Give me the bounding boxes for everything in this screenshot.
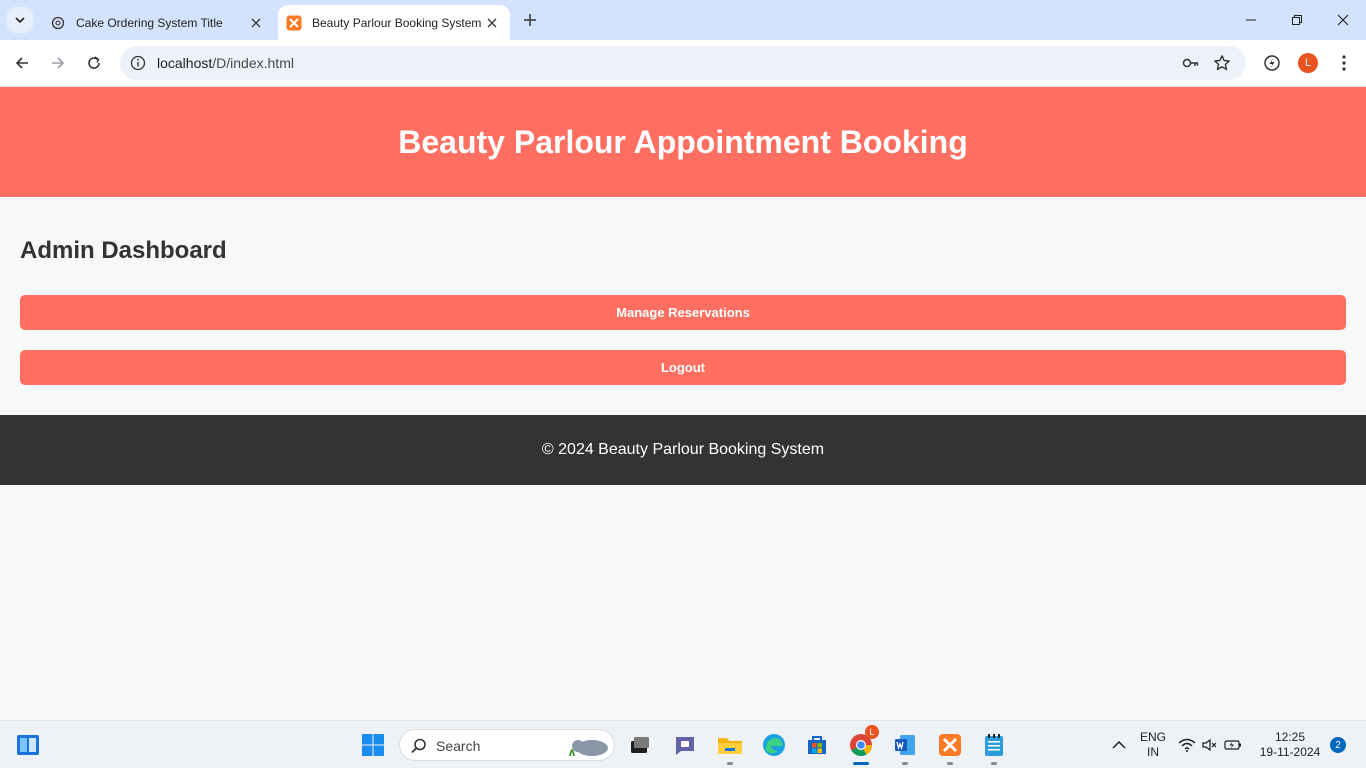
xampp-button[interactable] <box>934 729 966 765</box>
page-title: Beauty Parlour Appointment Booking <box>398 123 968 160</box>
close-tab-icon[interactable] <box>482 13 502 33</box>
arrow-right-icon <box>52 57 65 69</box>
windows-start-icon <box>362 734 384 756</box>
close-window-button[interactable] <box>1320 0 1366 40</box>
new-tab-button[interactable] <box>518 8 542 32</box>
url-host: localhost <box>157 55 213 71</box>
store-icon <box>808 736 826 754</box>
running-indicator <box>991 762 997 765</box>
chevron-down-icon <box>15 17 25 24</box>
minimize-button[interactable] <box>1228 0 1274 40</box>
xampp-icon <box>939 734 961 756</box>
volume-muted-icon <box>1202 738 1217 752</box>
tab-title: Cake Ordering System Title <box>76 15 223 30</box>
language-indicator[interactable]: ENG IN <box>1138 730 1168 760</box>
restore-icon <box>1292 15 1302 25</box>
browser-menu-button[interactable] <box>1333 52 1355 74</box>
language-code: ENG <box>1139 730 1166 744</box>
running-indicator <box>853 762 869 765</box>
logout-button[interactable]: Logout <box>20 350 1346 385</box>
kebab-menu-icon <box>1342 55 1346 71</box>
task-view-button[interactable] <box>624 729 656 761</box>
manage-reservations-button[interactable]: Manage Reservations <box>20 295 1346 330</box>
widgets-icon <box>17 735 39 755</box>
notepad-icon <box>985 734 1003 756</box>
taskbar-search-box[interactable]: Search <box>399 729 615 761</box>
url-text[interactable]: localhost/D/index.html <box>157 55 294 71</box>
url-path: /D/index.html <box>212 55 294 71</box>
teams-chat-button[interactable] <box>669 729 701 761</box>
password-key-icon[interactable] <box>1181 53 1201 73</box>
bookmark-star-icon[interactable] <box>1212 53 1232 73</box>
folder-icon <box>718 738 742 754</box>
show-hidden-icons-button[interactable] <box>1108 729 1130 761</box>
xampp-icon <box>286 15 302 31</box>
clock-time: 12:25 <box>1274 730 1306 744</box>
word-button[interactable] <box>889 729 921 765</box>
running-indicator <box>947 762 953 765</box>
address-bar[interactable]: localhost/D/index.html <box>120 46 1246 80</box>
edge-button[interactable] <box>758 729 790 761</box>
arrow-left-icon <box>15 57 28 69</box>
restore-button[interactable] <box>1274 0 1320 40</box>
chevron-up-icon <box>1112 740 1126 749</box>
minimize-icon <box>1246 19 1256 21</box>
forward-button[interactable] <box>44 49 72 77</box>
file-explorer-button[interactable] <box>714 729 746 765</box>
chrome-profile-badge: L <box>865 725 879 739</box>
tab-search-button[interactable] <box>7 7 33 33</box>
search-placeholder: Search <box>436 738 481 754</box>
site-header: Beauty Parlour Appointment Booking <box>0 87 1366 197</box>
microsoft-store-button[interactable] <box>801 729 833 761</box>
profile-initial: L <box>1298 53 1318 73</box>
profile-avatar[interactable]: L <box>1297 52 1319 74</box>
start-button[interactable] <box>357 729 389 761</box>
clock[interactable]: 12:25 19-11-2024 <box>1258 730 1322 760</box>
tab-title: Beauty Parlour Booking System <box>312 15 482 30</box>
browser-tabstrip: Cake Ordering System Title Beauty Parlou… <box>0 0 1366 40</box>
widgets-button[interactable] <box>12 729 44 761</box>
reload-button[interactable] <box>80 49 108 77</box>
plus-icon <box>524 14 536 26</box>
chrome-button[interactable]: L <box>845 725 879 765</box>
word-icon <box>895 735 915 755</box>
language-region: IN <box>1147 745 1159 759</box>
clock-date: 19-11-2024 <box>1259 745 1321 759</box>
edge-icon <box>763 734 785 756</box>
wifi-icon <box>1178 738 1196 752</box>
quick-settings-button[interactable] <box>1178 729 1242 761</box>
running-indicator <box>727 762 733 765</box>
admin-dashboard-heading: Admin Dashboard <box>20 237 227 264</box>
footer-copyright: © 2024 Beauty Parlour Booking System <box>541 441 825 458</box>
tab-beauty-parlour[interactable]: Beauty Parlour Booking System <box>278 5 510 40</box>
site-info-icon[interactable] <box>129 54 147 72</box>
running-indicator <box>902 762 908 765</box>
back-button[interactable] <box>8 49 36 77</box>
search-icon <box>411 738 426 754</box>
battery-icon <box>1224 740 1241 750</box>
site-footer: © 2024 Beauty Parlour Booking System <box>0 415 1366 485</box>
performance-icon[interactable] <box>1261 52 1283 74</box>
tab-cake-ordering[interactable]: Cake Ordering System Title <box>40 5 274 40</box>
close-tab-icon[interactable] <box>246 13 266 33</box>
taskbar: Search L ENG IN 12:25 19-11-2024 2 <box>0 720 1366 768</box>
teams-chat-icon <box>676 737 694 755</box>
close-icon <box>1337 14 1349 26</box>
notepad-button[interactable] <box>978 729 1010 765</box>
browser-toolbar: localhost/D/index.html L <box>0 40 1366 87</box>
notification-badge[interactable]: 2 <box>1330 737 1346 753</box>
manatee-illustration-icon <box>569 740 608 757</box>
task-view-icon <box>631 737 649 753</box>
openai-icon <box>50 15 66 31</box>
reload-icon <box>88 56 100 69</box>
